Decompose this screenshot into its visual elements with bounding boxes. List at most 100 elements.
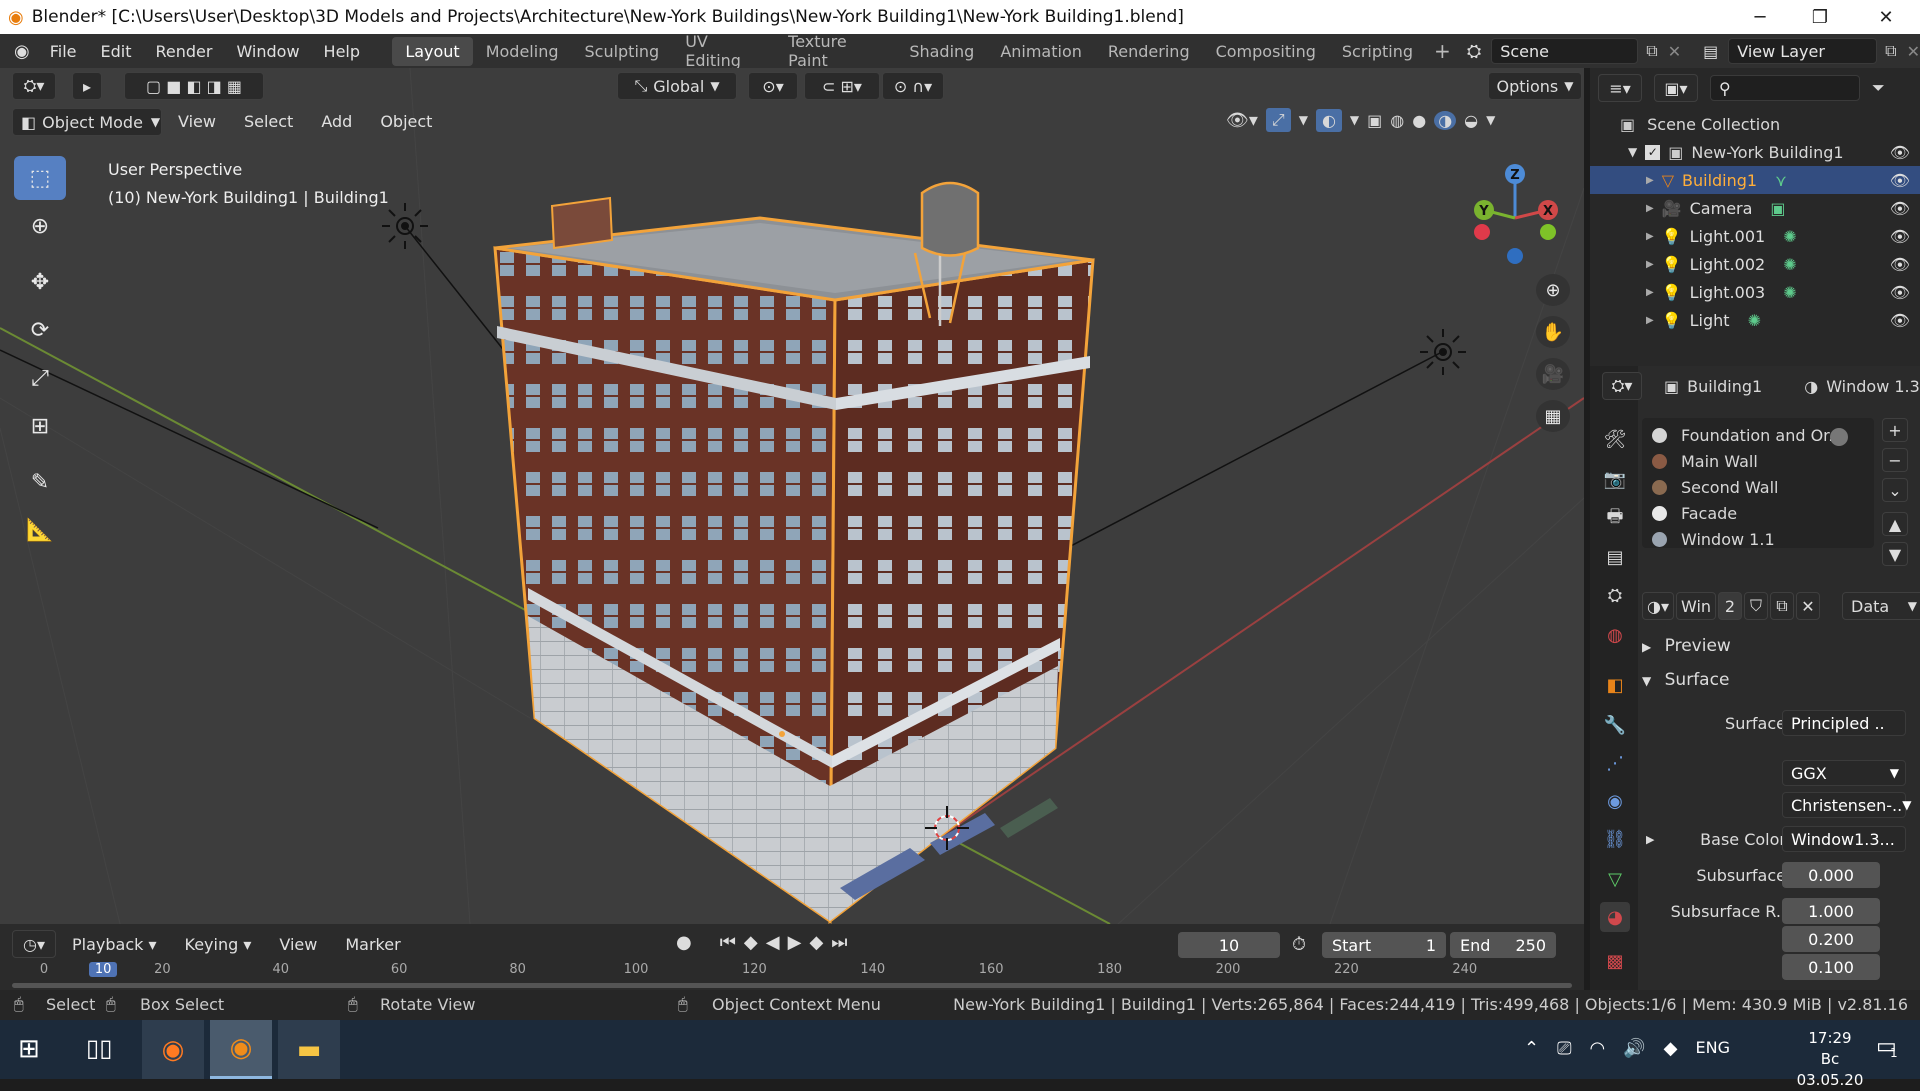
physics-tab-icon[interactable]: ◉ [1600, 786, 1630, 816]
measure-tool-icon[interactable]: 📐 [14, 508, 66, 552]
proportional-edit-button[interactable]: ⊙ ∩▾ [882, 72, 944, 100]
object-tab-icon[interactable]: ◧ [1600, 670, 1630, 700]
duplicate-material-icon[interactable]: ⧉ [1770, 592, 1794, 620]
move-slot-up-button[interactable]: ▲ [1882, 512, 1908, 536]
outliner-item-light-003[interactable]: ▶ 💡 Light.003 ✺ 👁 [1590, 278, 1920, 306]
eye-icon[interactable]: 👁 [1890, 143, 1910, 162]
dropbox-icon[interactable]: ◆ [1664, 1038, 1678, 1059]
tab-sculpting[interactable]: Sculpting [571, 37, 672, 66]
tab-scripting[interactable]: Scripting [1329, 37, 1426, 66]
material-slot[interactable]: Facade [1652, 504, 1737, 523]
3d-viewport[interactable]: ⛭▾ ▸ ▢ ■ ◧ ◨ ▦ ⤡ Global ▼ ⊙▾ ⊂ ⊞▾ ⊙ ∩▾ O… [0, 68, 1584, 924]
scene-field[interactable]: Scene [1491, 38, 1639, 64]
checkbox-icon[interactable]: ✓ [1645, 144, 1661, 160]
firefox-taskbar-icon[interactable]: ◉ [142, 1020, 204, 1079]
unlink-material-icon[interactable]: ✕ [1796, 592, 1820, 620]
delete-view-layer-icon[interactable]: ✕ [1907, 42, 1920, 61]
menu-file[interactable]: File [38, 42, 89, 61]
wireframe-shading-icon[interactable]: ◍ [1390, 111, 1404, 130]
new-scene-icon[interactable]: ⧉ [1646, 41, 1657, 61]
material-slot[interactable]: Window 1.1 [1652, 530, 1775, 549]
minimize-button[interactable]: ─ [1732, 0, 1788, 34]
windows-start-icon[interactable]: ⊞ [18, 1034, 40, 1064]
outliner-item-camera[interactable]: ▶ 🎥 Camera ▣ 👁 [1590, 194, 1920, 222]
select-tool-mode-icon[interactable]: ▸ [72, 72, 102, 100]
annotate-tool-icon[interactable]: ✎ [14, 460, 66, 504]
delete-scene-icon[interactable]: ✕ [1668, 42, 1681, 61]
object-mode-dropdown[interactable]: ◧ Object Mode ▼ [12, 108, 162, 136]
expand-arrow-icon[interactable]: ▶ [1646, 287, 1654, 298]
expand-arrow-icon[interactable]: ▼ [1628, 145, 1637, 159]
filter-icon[interactable]: ⏷ [1872, 78, 1885, 98]
expand-arrow-icon[interactable]: ▶ [1646, 231, 1654, 242]
fake-user-icon[interactable]: ⛉ [1744, 592, 1768, 620]
expand-arrow-icon[interactable]: ▶ [1646, 259, 1654, 270]
light-data-icon[interactable]: ✺ [1748, 311, 1761, 330]
browse-material-icon[interactable]: ◑▾ [1642, 592, 1674, 620]
ortho-grid-icon[interactable]: ▦ [1536, 400, 1570, 432]
stopwatch-icon[interactable]: ⏱ [1292, 934, 1306, 955]
task-view-icon[interactable]: ▯▯ [86, 1034, 112, 1062]
viewport-menu-object[interactable]: Object [368, 108, 444, 136]
scene-icon[interactable]: ⛭ [1467, 41, 1481, 62]
remove-slot-button[interactable]: − [1882, 448, 1908, 472]
output-tab-icon[interactable]: 🖶 [1600, 504, 1630, 534]
outliner-item-building1[interactable]: ▶ ▽ Building1 ⋎ 👁 [1590, 166, 1920, 194]
wifi-icon[interactable]: ◠ [1590, 1038, 1606, 1059]
tab-animation[interactable]: Animation [987, 37, 1095, 66]
maximize-button[interactable]: ❐ [1792, 0, 1848, 34]
start-frame-field[interactable]: Start 1 [1322, 932, 1446, 958]
cursor-tool-icon[interactable]: ⊕ [14, 204, 66, 248]
tool-tab-icon[interactable]: 🛠 [1600, 424, 1630, 454]
notification-icon[interactable]: ▭ 1 [1876, 1034, 1898, 1060]
outliner-item-light-002[interactable]: ▶ 💡 Light.002 ✺ 👁 [1590, 250, 1920, 278]
timeline-scrollbar[interactable] [12, 983, 1572, 988]
blender-menu-icon[interactable]: ◉ [14, 41, 30, 62]
xray-icon[interactable]: ▣ [1367, 111, 1382, 130]
expand-arrow-icon[interactable]: ▶ [1646, 315, 1654, 326]
outliner-search-input[interactable]: ⚲ [1710, 75, 1860, 101]
scene-collection-row[interactable]: ▣ Scene Collection [1590, 110, 1920, 138]
material-slot[interactable]: Main Wall [1652, 452, 1758, 471]
network-device-icon[interactable]: ⎚ [1557, 1038, 1571, 1059]
texture-tab-icon[interactable]: ▩ [1600, 946, 1630, 976]
surface-panel-header[interactable]: ▼ Surface [1642, 670, 1729, 690]
eye-icon[interactable]: 👁 [1890, 171, 1910, 190]
select-box-tool-icon[interactable]: ⬚ [14, 156, 66, 200]
view-layer-field[interactable]: View Layer [1728, 38, 1878, 64]
camera-data-icon[interactable]: ▣ [1770, 199, 1785, 218]
viewport-menu-add[interactable]: Add [309, 108, 364, 136]
menu-edit[interactable]: Edit [89, 42, 144, 61]
camera-view-icon[interactable]: 🎥 [1536, 358, 1570, 390]
pan-hand-icon[interactable]: ✋ [1536, 316, 1570, 348]
render-tab-icon[interactable]: 📷 [1600, 464, 1630, 494]
subsurface-field[interactable]: 0.000 [1782, 862, 1880, 888]
jump-start-icon[interactable]: ⏮ [720, 932, 736, 953]
transform-orientation-dropdown[interactable]: ⤡ Global ▼ [617, 72, 737, 100]
jump-end-icon[interactable]: ⏭ [831, 932, 847, 953]
new-view-layer-icon[interactable]: ⧉ [1885, 41, 1896, 61]
tab-rendering[interactable]: Rendering [1095, 37, 1203, 66]
display-mode-button[interactable]: ▣▾ [1654, 74, 1698, 102]
play-icon[interactable]: ▶ [788, 932, 802, 953]
add-slot-button[interactable]: + [1882, 418, 1908, 442]
menu-window[interactable]: Window [224, 42, 311, 61]
selection-mode-buttons[interactable]: ▢ ■ ◧ ◨ ▦ [124, 72, 264, 100]
snapping-button[interactable]: ⊂ ⊞▾ [804, 72, 880, 100]
slot-specials-button[interactable]: ⌄ [1882, 478, 1908, 502]
material-slot[interactable]: Second Wall [1652, 478, 1778, 497]
particles-tab-icon[interactable]: ⋰ [1600, 748, 1630, 778]
subsurface-radius-g-field[interactable]: 0.200 [1782, 926, 1880, 952]
tray-arrow-icon[interactable]: ⌃ [1524, 1038, 1539, 1059]
jump-keyframe-forward-icon[interactable]: ◆ [809, 932, 823, 953]
language-indicator[interactable]: ENG [1695, 1038, 1729, 1059]
light-data-icon[interactable]: ✺ [1783, 283, 1796, 302]
play-reverse-icon[interactable]: ◀ [766, 932, 780, 953]
material-slot-list[interactable]: Foundation and Or.. Main Wall Second Wall F… [1642, 418, 1874, 549]
data-tab-icon[interactable]: ▽ [1600, 864, 1630, 894]
navigation-gizmo[interactable]: Z X Y [1460, 158, 1570, 268]
surface-shader-field[interactable]: Principled .. [1782, 710, 1906, 736]
chevron-down-icon[interactable]: ▼ [1486, 113, 1495, 127]
timeline-menu-marker[interactable]: Marker [333, 935, 412, 954]
move-tool-icon[interactable]: ✥ [14, 260, 66, 304]
